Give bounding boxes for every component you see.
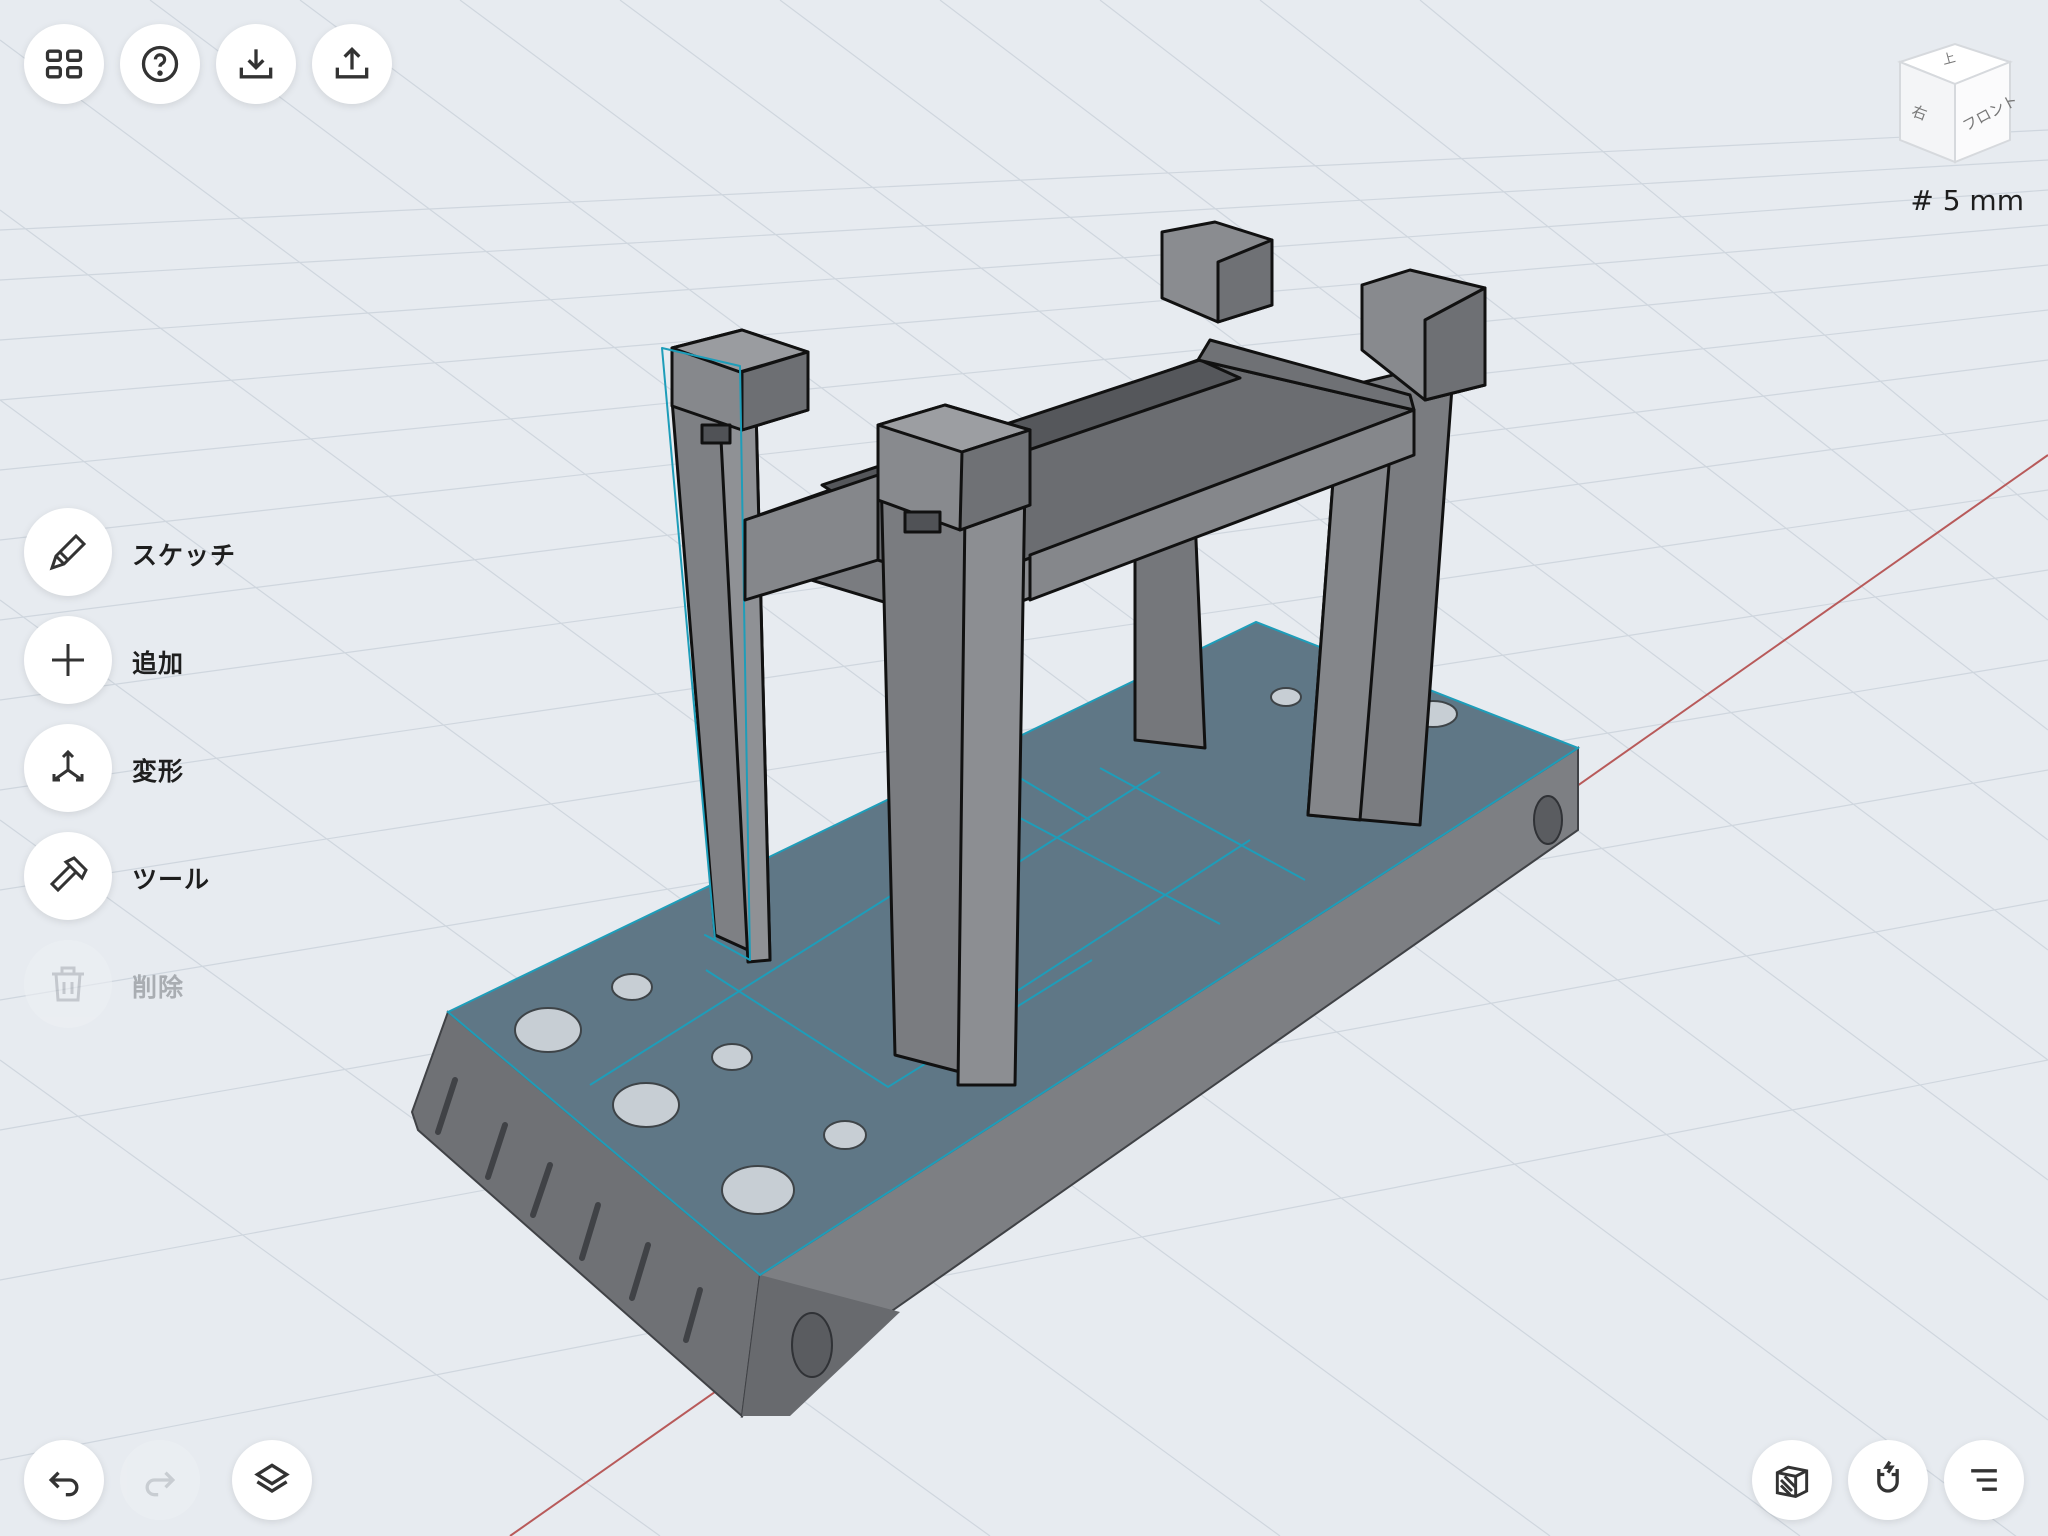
hammer-icon xyxy=(49,856,88,893)
download-icon xyxy=(239,49,273,79)
shaded-cube-icon xyxy=(1775,1465,1809,1499)
plus-icon xyxy=(52,644,84,676)
share-icon xyxy=(335,46,369,79)
transform-label: 変形 xyxy=(132,757,185,786)
tools-label: ツール xyxy=(132,865,211,894)
add-label: 追加 xyxy=(132,649,185,678)
layers-icon xyxy=(254,1463,290,1493)
layers-button[interactable] xyxy=(232,1440,312,1520)
sketch-label: スケッチ xyxy=(132,541,237,570)
help-icon xyxy=(141,45,179,83)
delete-label: 削除 xyxy=(132,973,185,1002)
3d-viewport[interactable] xyxy=(0,0,2048,1536)
undo-icon xyxy=(48,1471,79,1497)
list-icon xyxy=(1971,1469,1997,1491)
pencil-icon xyxy=(49,533,87,571)
transform-button[interactable] xyxy=(24,724,112,812)
redo-icon xyxy=(145,1471,176,1497)
magnet-icon xyxy=(1877,1460,1899,1493)
trash-icon xyxy=(52,966,84,1002)
grid-icon xyxy=(45,49,83,79)
display-mode-button[interactable] xyxy=(1752,1440,1832,1520)
grid-menu-button[interactable] xyxy=(24,24,104,104)
transform-icon xyxy=(52,749,84,782)
sketch-button[interactable] xyxy=(24,508,112,596)
tools-button[interactable] xyxy=(24,832,112,920)
settings-button[interactable] xyxy=(1944,1440,2024,1520)
undo-button[interactable] xyxy=(24,1440,104,1520)
snap-button[interactable] xyxy=(1848,1440,1928,1520)
help-button[interactable] xyxy=(120,24,200,104)
add-button[interactable] xyxy=(24,616,112,704)
grid-size-label: # 5 mm xyxy=(1910,184,2024,217)
export-button[interactable] xyxy=(312,24,392,104)
redo-button[interactable] xyxy=(120,1440,200,1520)
frame-leg-front xyxy=(876,403,1032,1087)
delete-button[interactable] xyxy=(24,940,112,1028)
import-button[interactable] xyxy=(216,24,296,104)
